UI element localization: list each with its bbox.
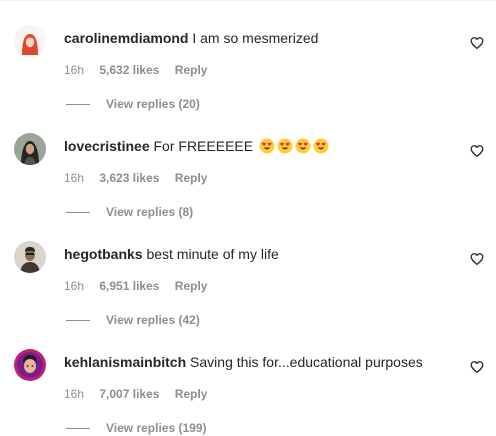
view-replies-button[interactable]: View replies (199) (66, 420, 207, 436)
comment-line: kehlanismainbitch Saving this for...educ… (64, 353, 423, 371)
comment-text: Saving this for...educational purposes (190, 354, 423, 370)
comment-likes[interactable]: 5,632 likes (99, 63, 159, 77)
avatar[interactable] (14, 349, 46, 381)
comment-username[interactable]: hegotbanks (64, 246, 143, 262)
like-heart-icon[interactable] (470, 144, 484, 158)
heart-eyes-emoji (259, 138, 275, 154)
reply-button[interactable]: Reply (175, 387, 208, 401)
comment-line: hegotbanks best minute of my life (64, 245, 279, 263)
comment-text: I am so mesmerized (192, 30, 319, 46)
comment-likes[interactable]: 7,007 likes (99, 387, 159, 401)
replies-divider-line (66, 320, 90, 322)
comment-time: 16h (64, 171, 85, 185)
comment-time: 16h (64, 279, 85, 293)
comment-username[interactable]: carolinemdiamond (64, 30, 188, 46)
reply-button[interactable]: Reply (175, 63, 208, 77)
comment-item: kehlanismainbitch Saving this for...educ… (0, 324, 496, 435)
heart-eyes-emoji-group (257, 138, 329, 154)
like-heart-icon[interactable] (470, 360, 484, 374)
comment-item: lovecristinee For FREEEEEE 16h 3,623 lik… (0, 108, 496, 219)
comment-line: lovecristinee For FREEEEEE (64, 137, 329, 155)
comment-line: carolinemdiamond I am so mesmerized (64, 29, 318, 47)
comment-text: For FREEEEEE (153, 138, 254, 154)
avatar[interactable] (14, 241, 46, 273)
heart-eyes-emoji (313, 138, 329, 154)
heart-eyes-emoji (277, 138, 293, 154)
view-replies-label: View replies (199) (106, 421, 207, 435)
comment-item: hegotbanks best minute of my life 16h 6,… (0, 216, 496, 327)
comment-likes[interactable]: 6,951 likes (99, 279, 159, 293)
like-heart-icon[interactable] (470, 36, 484, 50)
comment-time: 16h (64, 387, 85, 401)
comment-text: best minute of my life (146, 246, 279, 262)
replies-divider-line (66, 212, 90, 214)
comment-username[interactable]: lovecristinee (64, 138, 150, 154)
comment-meta: 16h 3,623 likes Reply (64, 170, 219, 186)
comment-likes[interactable]: 3,623 likes (99, 171, 159, 185)
comment-item: carolinemdiamond I am so mesmerized 16h … (0, 0, 496, 111)
reply-button[interactable]: Reply (175, 171, 208, 185)
like-heart-icon[interactable] (470, 252, 484, 266)
comment-meta: 16h 5,632 likes Reply (64, 62, 219, 78)
avatar[interactable] (14, 25, 46, 57)
comment-username[interactable]: kehlanismainbitch (64, 354, 186, 370)
replies-divider-line (66, 428, 90, 430)
comment-meta: 16h 7,007 likes Reply (64, 386, 219, 402)
avatar[interactable] (14, 133, 46, 165)
comment-meta: 16h 6,951 likes Reply (64, 278, 219, 294)
heart-eyes-emoji (295, 138, 311, 154)
comment-time: 16h (64, 63, 85, 77)
reply-button[interactable]: Reply (175, 279, 208, 293)
replies-divider-line (66, 104, 90, 106)
